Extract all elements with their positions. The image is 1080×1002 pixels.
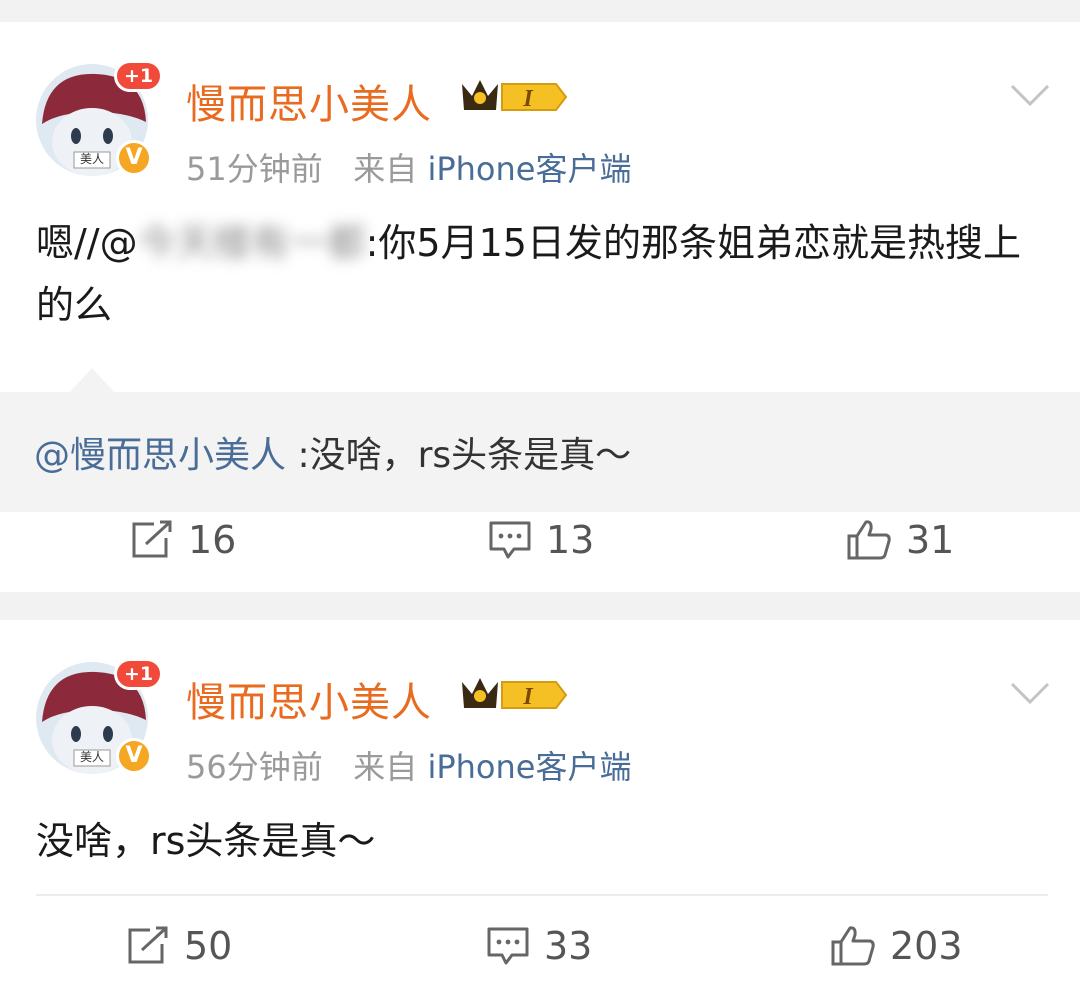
comment-icon [489, 521, 531, 559]
like-count: 31 [906, 518, 955, 562]
content-prefix: 嗯//@ [36, 221, 138, 265]
like-button[interactable]: 31 [846, 518, 954, 562]
chevron-down-icon[interactable] [1008, 678, 1052, 708]
vip-level: I [522, 684, 534, 710]
like-icon [831, 926, 875, 966]
comment-button[interactable]: 33 [486, 924, 592, 968]
post-time: 51分钟前 [186, 150, 323, 188]
verified-badge-icon: V [116, 738, 152, 774]
repost-icon [132, 520, 172, 558]
like-button[interactable]: 203 [830, 924, 963, 968]
comment-button[interactable]: 13 [488, 518, 594, 562]
avatar-caption: 美人 [80, 750, 105, 764]
avatar-caption: 美人 [80, 152, 105, 166]
like-icon [847, 520, 891, 560]
notification-badge: +1 [114, 658, 164, 690]
divider [36, 894, 1048, 896]
quoted-mention[interactable]: @慢而思小美人 [34, 435, 286, 476]
source-prefix: 来自 [353, 150, 418, 188]
comment-count: 13 [546, 518, 595, 562]
repost-button[interactable]: 16 [130, 518, 236, 562]
like-count: 203 [890, 924, 963, 968]
username[interactable]: 慢而思小美人 [186, 670, 432, 728]
weibo-post-2: 美人 +1 V 慢而思小美人 I 56分钟前 来自 iPhone客户端 没啥，r… [0, 620, 1080, 1002]
comment-icon [487, 927, 529, 965]
weibo-post-1: 美人 +1 V 慢而思小美人 I 51分钟前 来自 iPhone客户端 嗯//@… [0, 22, 1080, 592]
repost-button[interactable]: 50 [126, 924, 232, 968]
quoted-post-text: @慢而思小美人 :没啥，rs头条是真～ [34, 426, 631, 478]
post-time: 56分钟前 [186, 748, 323, 786]
repost-count: 16 [188, 518, 237, 562]
vip-crown-icon: I [462, 678, 568, 710]
post-meta: 51分钟前 来自 iPhone客户端 [186, 144, 631, 190]
vip-crown-icon: I [462, 80, 568, 112]
post-content: 嗯//@今天楼有一都:你5月15日发的那条姐弟恋就是热搜上的么 [36, 212, 1046, 336]
repost-count: 50 [184, 924, 233, 968]
post-source[interactable]: iPhone客户端 [427, 748, 631, 786]
repost-icon [128, 926, 168, 964]
quoted-content: :没啥，rs头条是真～ [286, 435, 632, 476]
source-prefix: 来自 [353, 748, 418, 786]
vip-level: I [522, 86, 534, 112]
quote-pointer [70, 368, 114, 392]
username[interactable]: 慢而思小美人 [186, 72, 432, 130]
post-content: 没啥，rs头条是真～ [36, 819, 376, 863]
blurred-username[interactable]: 今天楼有一都 [138, 221, 366, 265]
notification-badge: +1 [114, 60, 164, 92]
post-source[interactable]: iPhone客户端 [427, 150, 631, 188]
chevron-down-icon[interactable] [1008, 80, 1052, 110]
verified-badge-icon: V [116, 140, 152, 176]
comment-count: 33 [544, 924, 593, 968]
post-meta: 56分钟前 来自 iPhone客户端 [186, 742, 631, 788]
